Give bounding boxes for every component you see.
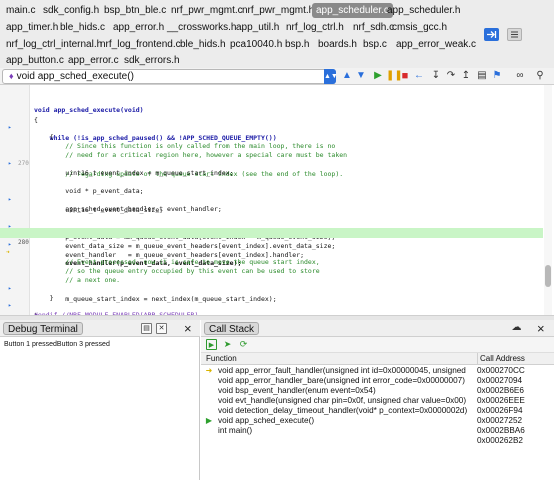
call-stack-close-icon[interactable]: × [537,321,545,336]
call-stack-header: Call Stack ☁ × [201,320,554,337]
tab-sdk-errors-h[interactable]: sdk_errors.h [124,53,180,68]
call-stack-row[interactable]: int main() 0x0002BBA6 [201,426,554,436]
debug-terminal-output[interactable]: Button 1 pressedButton 3 pressed [4,340,110,350]
step-over-icon[interactable]: ↷ [445,70,457,82]
call-stack-address: 0x000270CC [477,366,525,375]
chevron-updown-icon[interactable]: ▲▼ [324,69,338,84]
tab-app-error-weak-c[interactable]: app_error_weak.c [396,37,476,52]
yellow-current-frame-arrow-icon: ➜ [205,366,213,375]
code-line: #endif //NRF_MODULE_ENABLED(APP_SCHEDULE… [0,300,543,319]
column-header-call-address[interactable]: Call Address [477,353,525,365]
run-continue-icon[interactable]: ▶ [372,70,384,82]
tab-app-util-h[interactable]: app_util.h [236,20,279,35]
tab-nrf-log-ctrl-h[interactable]: nrf_log_ctrl.h [286,20,344,35]
call-stack-panel: Call Stack ☁ × ▶ ➤ ⟳ Function Call Addre… [201,320,554,480]
navigate-down-icon[interactable]: ▼ [355,70,367,82]
editor-tab-strip: main.c sdk_config.h bsp_btn_ble.c nrf_pw… [0,0,554,68]
call-stack-row[interactable]: 0x000262B2 [201,436,554,446]
function-selector-value: void app_sched_execute() [16,71,134,82]
call-stack-address: 0x00026F94 [477,406,523,415]
call-stack-function: void evt_handle(unsigned char pin=0x0f, … [218,396,467,405]
tab-crossworks-h[interactable]: __crossworks.h [167,20,236,35]
call-stack-address: 0x0002B6E6 [477,386,524,395]
tab-nrf-pwr-mgmt-h[interactable]: nrf_pwr_mgmt.h [242,3,314,18]
tab-app-scheduler-c[interactable]: app_scheduler.c [312,3,393,18]
call-stack-address: 0x0002BBA6 [477,426,525,435]
disassembly-icon[interactable]: ▤ [476,70,488,82]
tab-pca10040-h[interactable]: pca10040.h [230,37,282,52]
tab-scroll-right-icon[interactable] [484,28,499,41]
call-stack-row[interactable]: void evt_handle(unsigned char pin=0x0f, … [201,396,554,406]
navigate-up-icon[interactable]: ▲ [341,70,353,82]
tab-bsp-h[interactable]: bsp.h [285,37,309,52]
tab-sdk-config-h[interactable]: sdk_config.h [43,3,99,18]
terminal-clear-icon[interactable]: ✕ [156,323,167,334]
function-navigation-bar: ♦ void app_sched_execute() ▲▼ ▲ ▼ ▶ ❚❚ ■ … [0,68,554,85]
debug-terminal-header: Debug Terminal ▤ ✕ × [0,320,200,337]
call-stack-function: void bsp_event_handler(enum event=0x54) [218,386,376,395]
tab-app-scheduler-h[interactable]: app_scheduler.h [387,3,460,18]
current-execution-line: 280 ➜ event_handler(p_event_data, event_… [0,228,543,267]
bookmark-icon[interactable]: ⚑ [491,70,503,82]
step-out-icon[interactable]: ↥ [460,70,472,82]
tab-list-menu-icon[interactable] [507,28,522,41]
zoom-search-icon[interactable]: ⚲ [534,70,546,82]
call-stack-row[interactable]: void bsp_event_handler(enum event=0x54) … [201,386,554,396]
call-stack-go-back-icon[interactable]: ⟳ [238,339,249,350]
call-stack-address: 0x000262B2 [477,436,523,445]
tab-nrf-pwr-mgmt-c[interactable]: nrf_pwr_mgmt.c [171,3,243,18]
tab-nrf-log-ctrl-internal-h[interactable]: nrf_log_ctrl_internal.h [6,37,102,52]
show-next-statement-icon[interactable]: ← [413,70,425,82]
tab-app-timer-h[interactable]: app_timer.h [6,20,58,35]
step-into-icon[interactable]: ↧ [430,70,442,82]
call-stack-address: 0x00027094 [477,376,523,385]
function-selector-dropdown[interactable]: ♦ void app_sched_execute() ▲▼ [2,69,338,84]
terminal-settings-icon[interactable]: ▤ [141,323,152,334]
call-stack-row[interactable]: void app_error_handler_bare(unsigned int… [201,376,554,386]
tab-nrf-sdh-c[interactable]: nrf_sdh.c [353,20,394,35]
code-line: void app_sched_execute(void) [0,95,543,114]
call-stack-toolbar: ▶ ➤ ⟳ [201,337,554,353]
call-stack-column-headers: Function Call Address [201,353,554,365]
tab-ble-hids-c[interactable]: ble_hids.c [60,20,105,35]
call-stack-row[interactable]: ➜ void app_error_fault_handler(unsigned … [201,366,554,376]
call-stack-function: void detection_delay_timeout_handler(voi… [218,406,468,415]
call-stack-address: 0x00027252 [477,416,523,425]
call-stack-go-to-caller-icon[interactable]: ➤ [222,339,233,350]
tab-nrf-log-frontend-c[interactable]: nrf_log_frontend.c [100,37,181,52]
call-stack-go-icon[interactable]: ▶ [206,339,217,350]
column-header-function[interactable]: Function [206,353,237,365]
tab-bsp-c[interactable]: bsp.c [363,37,387,52]
debug-terminal-title[interactable]: Debug Terminal [3,322,83,335]
editor-scrollbar-thumb[interactable] [545,265,551,287]
tab-boards-h[interactable]: boards.h [318,37,357,52]
watch-glasses-icon[interactable]: ∞ [514,70,526,82]
editor-vertical-scrollbar[interactable] [544,85,552,315]
call-stack-row[interactable]: void detection_delay_timeout_handler(voi… [201,406,554,416]
green-selected-frame-arrow-icon: ▶ [205,416,213,425]
call-stack-function: int main() [218,426,253,435]
call-stack-row[interactable]: ▶ void app_sched_execute() 0x00027252 [201,416,554,426]
debug-terminal-panel: Debug Terminal ▤ ✕ × Button 1 pressedBut… [0,320,200,480]
function-icon: ♦ [9,71,14,81]
tab-ble-hids-h[interactable]: ble_hids.h [180,37,226,52]
call-stack-address: 0x00026EEE [477,396,525,405]
tab-cmsis-gcc-h[interactable]: cmsis_gcc.h [392,20,447,35]
code-editor[interactable]: void app_sched_execute(void) { ▸ while (… [0,85,554,320]
tab-app-button-c[interactable]: app_button.c [6,53,64,68]
debug-terminal-close-icon[interactable]: × [184,321,192,336]
tab-app-error-h[interactable]: app_error.h [113,20,164,35]
tab-bsp-btn-ble-c[interactable]: bsp_btn_ble.c [104,3,166,18]
pause-icon[interactable]: ❚❚ [386,70,403,82]
call-stack-title[interactable]: Call Stack [204,322,260,335]
call-stack-function: void app_error_fault_handler(unsigned in… [218,366,466,375]
stop-icon[interactable]: ■ [399,70,411,82]
tab-main-c[interactable]: main.c [6,3,35,18]
call-stack-function: void app_error_handler_bare(unsigned int… [218,376,465,385]
call-stack-function: void app_sched_execute() [218,416,315,425]
cloud-sync-icon[interactable]: ☁ [511,323,522,334]
tab-app-error-c[interactable]: app_error.c [68,53,119,68]
